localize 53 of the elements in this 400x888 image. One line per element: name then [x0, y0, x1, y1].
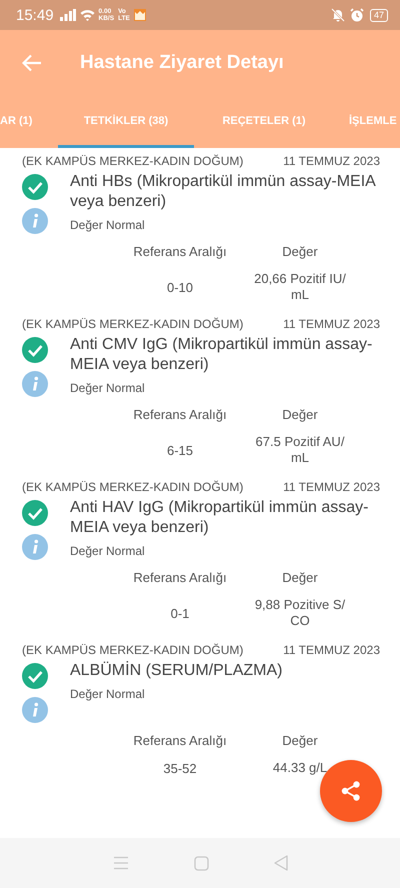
signal-icon: [60, 9, 76, 21]
mute-icon: [330, 8, 346, 22]
result-note: Değer Normal: [70, 687, 146, 701]
test-name: ALBÜMİN (SERUM/PLAZMA): [70, 661, 284, 681]
reference-range: 35-52: [162, 760, 198, 776]
back-arrow-icon[interactable]: [22, 54, 42, 72]
hospital-name: (EK KAMPÜS MERKEZ-KADIN DOĞUM): [22, 480, 244, 494]
column-header: Değer: [281, 733, 319, 748]
info-icon[interactable]: [22, 208, 48, 234]
tab[interactable]: TETKİKLER (38): [58, 96, 194, 148]
result-note: Değer Normal: [70, 218, 146, 232]
test-name: Anti HAV IgG (Mikropartikül immün assay-MEIA veya benzeri): [70, 498, 370, 538]
test-name: Anti HBs (Mikropartikül immün assay-MEIA veya benzeri): [70, 172, 377, 212]
tab[interactable]: İŞLEMLE: [349, 96, 397, 148]
menu-icon[interactable]: [112, 856, 128, 870]
hospital-name: (EK KAMPÜS MERKEZ-KADIN DOĞUM): [22, 154, 244, 168]
battery-indicator: 47: [370, 8, 388, 22]
column-header: Değer: [281, 407, 319, 422]
status-time: 15:49: [16, 6, 54, 24]
column-header: Referans Aralığı: [132, 733, 228, 748]
app-notification-icon: [134, 9, 146, 21]
screen-title: Hastane Ziyaret Detayı: [80, 52, 284, 74]
home-icon[interactable]: [194, 856, 208, 870]
share-icon: [340, 780, 362, 802]
result-date: 11 TEMMUZ 2023: [283, 643, 380, 657]
hospital-name: (EK KAMPÜS MERKEZ-KADIN DOĞUM): [22, 317, 244, 331]
wifi-icon: [80, 9, 95, 21]
result-value: 9,88 Pozitive S/CO: [254, 597, 346, 629]
result-note: Değer Normal: [70, 544, 146, 558]
info-icon[interactable]: [22, 371, 48, 397]
test-name: Anti CMV IgG (Mikropartikül immün assay-MEIA veya benzeri): [70, 335, 374, 375]
alarm-icon: [350, 8, 364, 22]
result-date: 11 TEMMUZ 2023: [283, 480, 380, 494]
result-date: 11 TEMMUZ 2023: [283, 317, 380, 331]
reference-range: 0-10: [166, 280, 194, 294]
result-value: 20,66 Pozitif IU/mL: [253, 271, 347, 303]
tab[interactable]: AR (1): [0, 96, 40, 148]
column-header: Değer: [281, 244, 319, 259]
result-date: 11 TEMMUZ 2023: [283, 154, 380, 168]
reference-range: 6-15: [166, 442, 194, 458]
column-header: Referans Aralığı: [132, 570, 228, 585]
tab[interactable]: REÇETELER (1): [208, 96, 320, 148]
reference-range: 0-1: [170, 606, 190, 620]
result-note: Değer Normal: [70, 381, 146, 395]
result-value: 44.33 g/L: [272, 760, 328, 776]
info-icon[interactable]: [22, 534, 48, 560]
result-value: 67.5 Pozitif AU/mL: [254, 434, 346, 466]
column-header: Değer: [281, 570, 319, 585]
hospital-name: (EK KAMPÜS MERKEZ-KADIN DOĞUM): [22, 643, 244, 657]
column-header: Referans Aralığı: [132, 244, 228, 259]
back-icon[interactable]: [274, 855, 288, 871]
info-icon[interactable]: [22, 697, 48, 723]
column-header: Referans Aralığı: [132, 407, 228, 422]
